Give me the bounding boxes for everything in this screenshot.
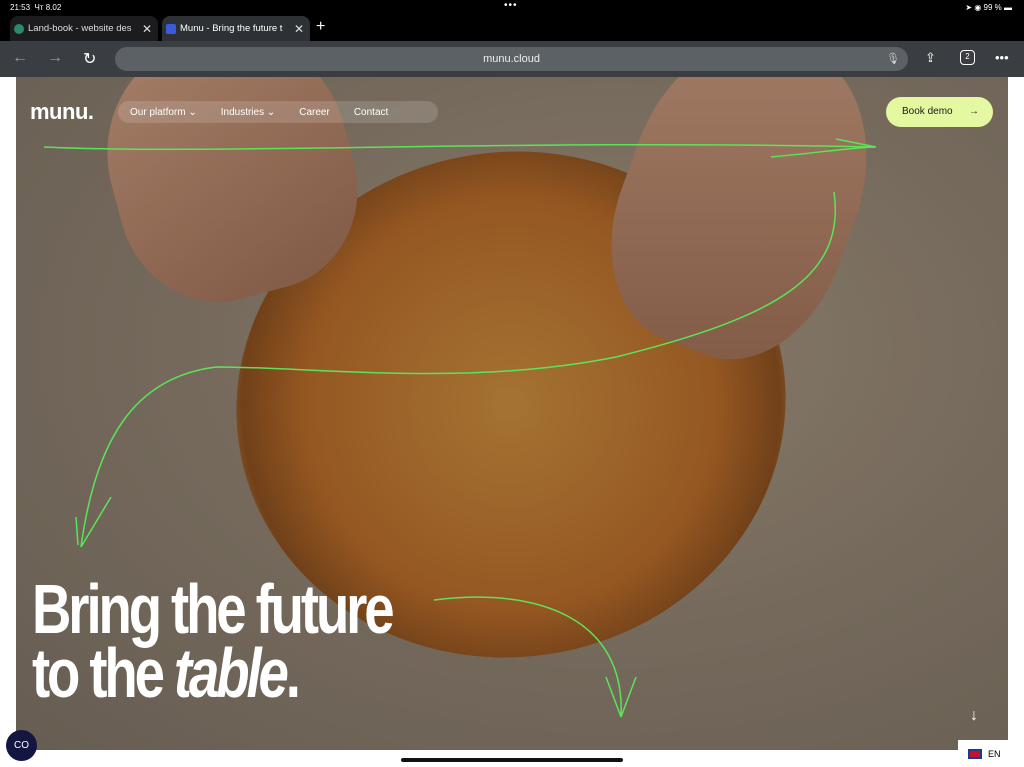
annotation-arrow-top [43, 138, 877, 158]
uk-flag-icon [968, 748, 982, 759]
annotation-arrows [43, 138, 877, 718]
status-bar: 21:53 Чт 8.02 ••• ➤ ◉ 99 % ▬ [0, 0, 1024, 14]
back-icon[interactable]: ← [12, 49, 28, 67]
status-time: 21:53 Чт 8.02 [10, 3, 62, 12]
favicon-icon [14, 23, 24, 34]
close-tab-icon[interactable]: ✕ [142, 22, 152, 36]
multitasking-dots[interactable]: ••• [504, 0, 518, 11]
tab-title: Munu - Bring the future t [180, 23, 283, 34]
close-tab-icon[interactable]: ✕ [294, 22, 304, 36]
language-selector[interactable]: EN [958, 740, 1024, 767]
tab-title: Land-book - website des [28, 23, 132, 34]
coop-badge[interactable]: CO [6, 730, 37, 761]
new-tab-button[interactable]: + [316, 18, 325, 36]
language-label: EN [988, 748, 1001, 759]
tab-count-button[interactable]: 2 [960, 50, 975, 65]
tab-strip: Land-book - website des ✕ Munu - Bring th… [0, 14, 1024, 41]
forward-icon[interactable]: → [47, 49, 63, 67]
share-icon[interactable]: ⇪ [925, 50, 936, 66]
tab-landbook[interactable]: Land-book - website des ✕ [10, 16, 158, 41]
annotation-arrow-curve [75, 191, 836, 548]
url-text: munu.cloud [483, 53, 540, 65]
browser-toolbar: ← → ↻ munu.cloud 🎙 ⇪ 2 ••• [0, 41, 1024, 77]
reload-icon[interactable]: ↻ [83, 49, 96, 69]
microphone-icon[interactable]: 🎙 [886, 47, 900, 71]
annotation-arrow-bottom [433, 596, 637, 718]
battery-status: ➤ ◉ 99 % ▬ [965, 3, 1012, 12]
address-bar[interactable]: munu.cloud 🎙 [115, 47, 908, 71]
home-indicator[interactable] [401, 758, 623, 762]
more-icon[interactable]: ••• [995, 50, 1009, 65]
tab-munu[interactable]: Munu - Bring the future t ✕ [162, 16, 310, 41]
favicon-icon [166, 23, 176, 34]
hero-section: munu. Our platform ⌄ Industries ⌄ Career… [16, 77, 1008, 750]
